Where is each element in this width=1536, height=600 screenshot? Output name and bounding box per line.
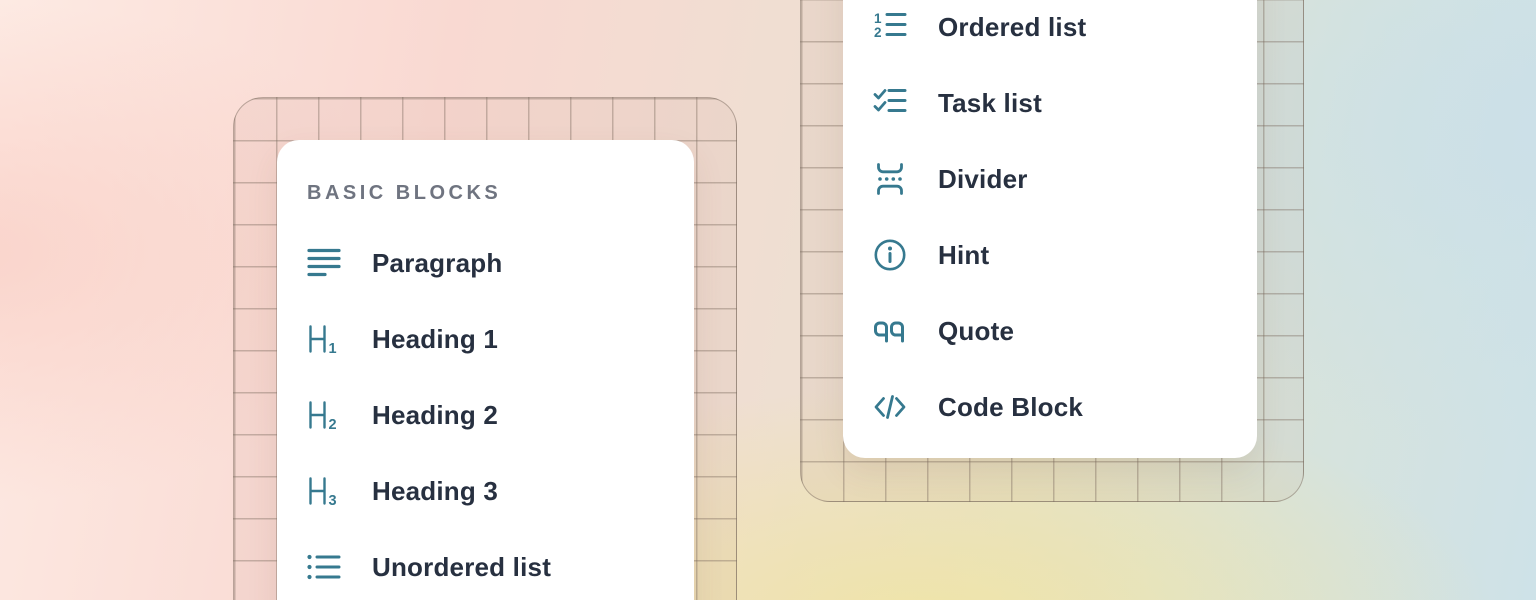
hint-icon bbox=[873, 238, 907, 272]
menu-item-task-list[interactable]: Task list bbox=[873, 65, 1257, 141]
heading-3-icon: 3 bbox=[307, 474, 341, 508]
menu-item-label: Heading 2 bbox=[372, 400, 498, 431]
svg-text:3: 3 bbox=[329, 493, 337, 508]
divider-icon bbox=[873, 162, 907, 196]
menu-item-code-block[interactable]: Code Block bbox=[873, 369, 1257, 445]
menu-item-label: Divider bbox=[938, 164, 1028, 195]
menu-item-paragraph[interactable]: Paragraph bbox=[307, 225, 694, 301]
blocks-menu-continued: 12 Ordered list Task list Divider Hint Quote C… bbox=[843, 0, 1257, 458]
menu-item-label: Ordered list bbox=[938, 12, 1086, 43]
menu-item-unordered-list[interactable]: Unordered list bbox=[307, 529, 694, 600]
menu-section-header: BASIC BLOCKS bbox=[307, 183, 694, 203]
menu-item-ordered-list[interactable]: 12 Ordered list bbox=[873, 0, 1257, 65]
svg-text:1: 1 bbox=[874, 11, 882, 26]
menu-items-right: 12 Ordered list Task list Divider Hint Quote C… bbox=[873, 0, 1257, 445]
menu-item-hint[interactable]: Hint bbox=[873, 217, 1257, 293]
unordered-list-icon bbox=[307, 550, 341, 584]
ordered-list-icon: 12 bbox=[873, 10, 907, 44]
illustration-canvas: BASIC BLOCKS Paragraph 1 Heading 1 2 Heading… bbox=[0, 0, 1536, 600]
menu-item-heading-3[interactable]: 3 Heading 3 bbox=[307, 453, 694, 529]
menu-item-label: Task list bbox=[938, 88, 1042, 119]
svg-text:1: 1 bbox=[329, 341, 337, 356]
menu-item-divider[interactable]: Divider bbox=[873, 141, 1257, 217]
menu-item-heading-2[interactable]: 2 Heading 2 bbox=[307, 377, 694, 453]
heading-1-icon: 1 bbox=[307, 322, 341, 356]
heading-2-icon: 2 bbox=[307, 398, 341, 432]
menu-item-label: Heading 3 bbox=[372, 476, 498, 507]
menu-item-label: Unordered list bbox=[372, 552, 551, 583]
quote-icon bbox=[873, 314, 907, 348]
menu-items-left: Paragraph 1 Heading 1 2 Heading 2 3 Heading 3 U… bbox=[307, 225, 694, 600]
menu-item-label: Hint bbox=[938, 240, 989, 271]
basic-blocks-menu: BASIC BLOCKS Paragraph 1 Heading 1 2 Heading… bbox=[277, 140, 694, 600]
svg-text:2: 2 bbox=[329, 417, 337, 432]
code-block-icon bbox=[873, 390, 907, 424]
menu-item-label: Paragraph bbox=[372, 248, 502, 279]
menu-item-label: Quote bbox=[938, 316, 1014, 347]
menu-item-label: Heading 1 bbox=[372, 324, 498, 355]
menu-item-quote[interactable]: Quote bbox=[873, 293, 1257, 369]
svg-text:2: 2 bbox=[874, 25, 882, 40]
task-list-icon bbox=[873, 86, 907, 120]
menu-item-heading-1[interactable]: 1 Heading 1 bbox=[307, 301, 694, 377]
menu-item-label: Code Block bbox=[938, 392, 1083, 423]
paragraph-icon bbox=[307, 246, 341, 280]
